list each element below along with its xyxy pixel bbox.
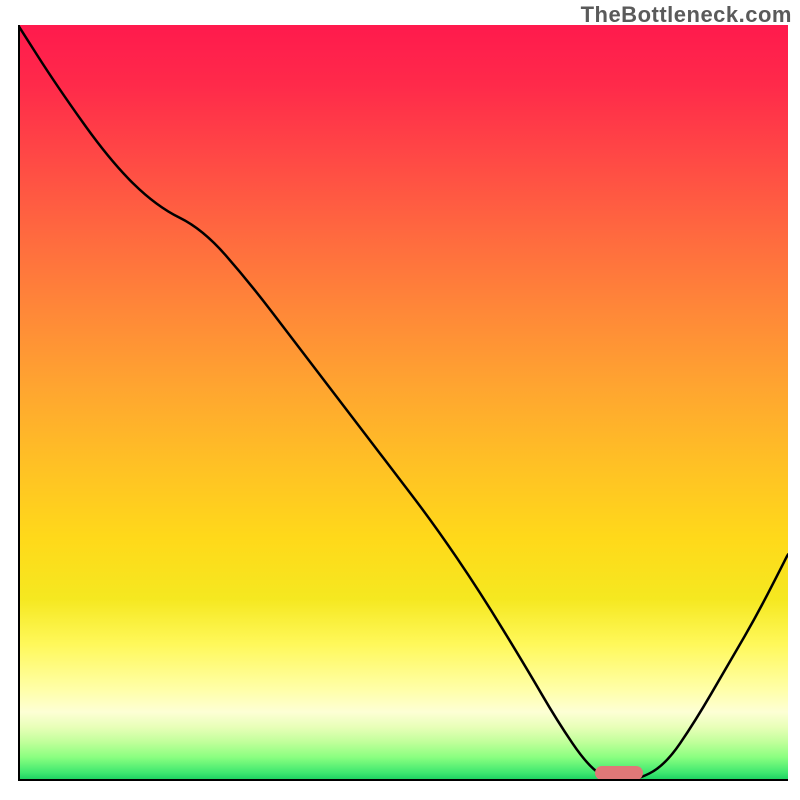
chart-container [18,25,788,795]
x-axis [18,779,788,781]
bottleneck-curve [18,25,788,781]
y-axis [18,25,20,781]
